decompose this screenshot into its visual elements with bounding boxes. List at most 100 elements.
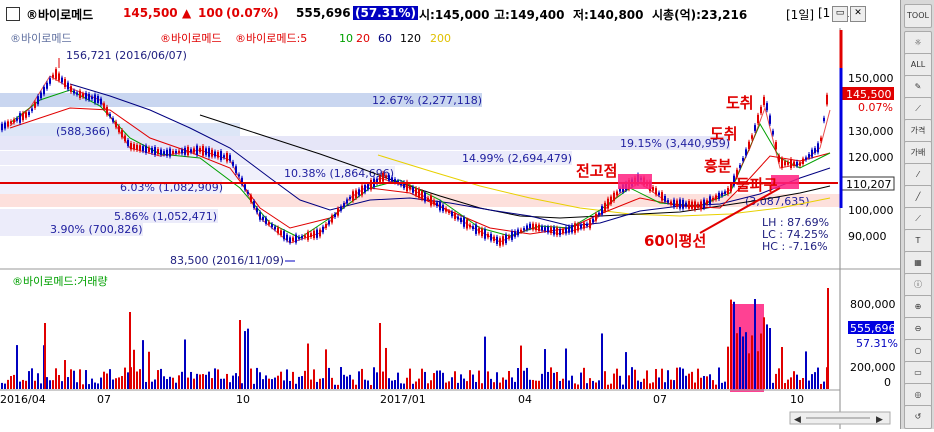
volume-bar: [292, 371, 294, 389]
price-button[interactable]: 가격: [904, 119, 932, 143]
chart-area[interactable]: 12.67% (2,277,118) 19.15% (3,440,959) 14…: [0, 28, 900, 429]
volume-bar: [265, 375, 267, 389]
volume-bar: [229, 382, 231, 389]
candle-body: [334, 213, 336, 218]
max-label: 156,721 (2016/06/07): [66, 49, 187, 62]
candle-body: [742, 158, 744, 161]
close-icon[interactable]: ✕: [850, 6, 866, 22]
volume-bar: [619, 375, 621, 389]
candle-body: [760, 106, 762, 114]
info-icon[interactable]: ⓘ: [904, 273, 932, 297]
volume-bar: [241, 383, 243, 389]
stock-name[interactable]: ®바이로메드: [26, 6, 93, 23]
volume-bar: [577, 384, 579, 389]
legend-ma-120: 120: [400, 32, 421, 45]
volume-bar: [244, 331, 246, 389]
volume-bar: [124, 367, 126, 389]
volume-bar: [802, 378, 804, 389]
candle-body: [274, 226, 276, 230]
candle-body: [781, 158, 783, 168]
scroll-left-icon[interactable]: ◀: [794, 415, 801, 425]
chart-trend-icon[interactable]: ⟋: [904, 207, 932, 231]
candle-body: [613, 192, 615, 201]
volume-bar: [10, 376, 12, 389]
period-selector[interactable]: [1일]: [786, 6, 814, 23]
candle-body: [139, 145, 141, 151]
volume-bar: [442, 372, 444, 389]
zoom-out-icon[interactable]: ⊖: [904, 317, 932, 341]
candle-body: [295, 234, 297, 243]
candle-body: [58, 73, 60, 81]
candle-body: [319, 229, 321, 237]
volume-bar: [421, 368, 423, 389]
text-tool-icon[interactable]: T: [904, 229, 932, 253]
scroll-right-icon[interactable]: ▶: [876, 415, 883, 425]
trendline-icon[interactable]: ⟋: [904, 97, 932, 121]
volume-bar: [316, 381, 318, 389]
volume-bar: [115, 378, 117, 389]
annotation-breakout: 돌파구: [736, 176, 778, 194]
volume-bar: [217, 369, 219, 389]
volume-bar: [448, 381, 450, 389]
volume-bar: [547, 371, 549, 389]
volume-bar: [628, 375, 630, 389]
volume-bar: [589, 378, 591, 389]
volume-bar: [673, 380, 675, 389]
target-icon[interactable]: ◎: [904, 383, 932, 407]
tool-button[interactable]: TOOL: [904, 4, 932, 28]
circle-icon[interactable]: ○: [904, 339, 932, 363]
restore-icon[interactable]: ▭: [832, 6, 848, 22]
candle-body: [46, 82, 48, 89]
settings-icon[interactable]: ☼: [904, 31, 932, 55]
vp-label: (588,366): [56, 125, 110, 138]
candle-body: [499, 238, 501, 246]
volume-bar: [436, 370, 438, 389]
volume-bar: [718, 367, 720, 389]
candle-body: [220, 151, 222, 161]
volume-bar: [343, 374, 345, 389]
candle-body: [133, 144, 135, 150]
candle-body: [70, 86, 72, 92]
volume-bar: [325, 349, 327, 389]
all-button[interactable]: ALL: [904, 53, 932, 77]
candle-body: [784, 161, 786, 166]
candle-body: [493, 236, 495, 241]
volume-bar: [385, 347, 387, 389]
rectangle-icon[interactable]: ▭: [904, 361, 932, 385]
select-checkbox[interactable]: [6, 7, 20, 21]
volume-bar: [766, 324, 768, 389]
volume-bar: [682, 368, 684, 389]
line-icon[interactable]: ⁄: [904, 163, 932, 187]
candle-body: [250, 195, 252, 202]
price-double-button[interactable]: 가배: [904, 141, 932, 165]
diagonal-line-icon[interactable]: ╱: [904, 185, 932, 209]
volume-bar: [277, 375, 279, 389]
volume-bar: [334, 384, 336, 389]
candle-body: [337, 208, 339, 216]
volume-bar: [499, 382, 501, 389]
stock-chart[interactable]: 12.67% (2,277,118) 19.15% (3,440,959) 14…: [0, 28, 900, 429]
volume-bar: [745, 332, 747, 389]
volume-bar: [733, 301, 735, 389]
open-price: 시:145,000: [419, 8, 490, 22]
volume-bar: [415, 381, 417, 389]
x-label: 07: [653, 393, 667, 406]
candle-body: [571, 225, 573, 233]
candle-body: [103, 103, 105, 109]
annotation-60ma: 60이평선: [644, 232, 706, 250]
candle-body: [211, 149, 213, 157]
pencil-icon[interactable]: ✎: [904, 75, 932, 99]
candle-body: [238, 174, 240, 177]
x-label: 04: [518, 393, 532, 406]
volume-bar: [262, 379, 264, 389]
grid-icon[interactable]: ▦: [904, 251, 932, 275]
candle-body: [586, 223, 588, 227]
x-label: 07: [97, 393, 111, 406]
reset-icon[interactable]: ↺: [904, 405, 932, 429]
zoom-in-icon[interactable]: ⊕: [904, 295, 932, 319]
volume-bar: [136, 371, 138, 389]
candle-body: [763, 96, 765, 106]
candle-body: [85, 92, 87, 100]
volume-bar: [808, 380, 810, 389]
volume-bar: [337, 384, 339, 389]
